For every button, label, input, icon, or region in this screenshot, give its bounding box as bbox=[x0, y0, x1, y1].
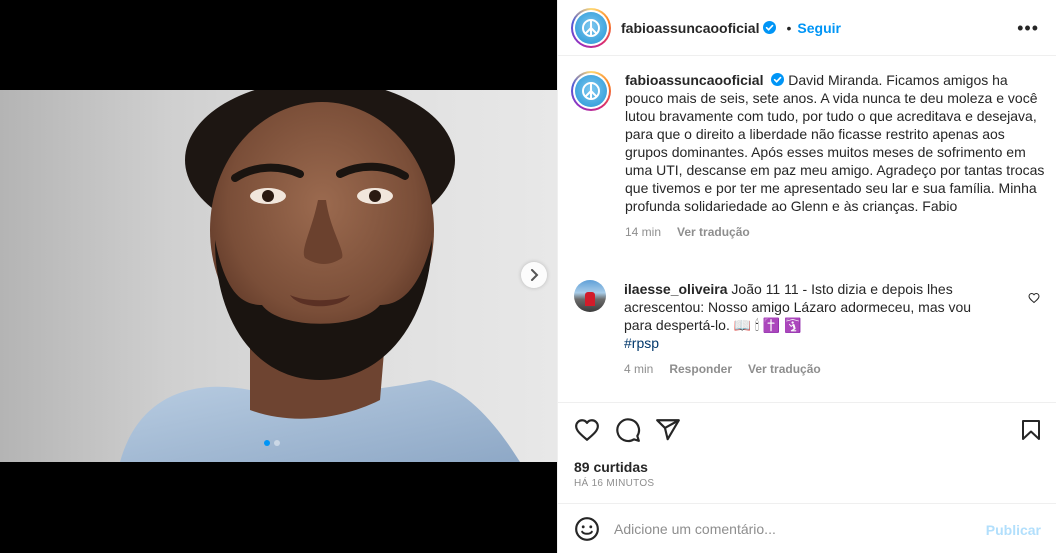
verified-badge-icon bbox=[771, 73, 785, 86]
post-timestamp[interactable]: HÁ 16 MINUTOS bbox=[574, 478, 654, 489]
post-header: fabioassuncaooficial • Seguir ••• bbox=[558, 0, 1056, 56]
action-bar bbox=[558, 402, 1056, 458]
comment-translate-link[interactable]: Ver tradução bbox=[748, 360, 821, 378]
comment-hashtag[interactable]: #rpsp bbox=[624, 335, 659, 351]
heart-icon[interactable] bbox=[574, 417, 600, 443]
likes-count[interactable]: 89 curtidas bbox=[574, 459, 648, 475]
publish-button[interactable]: Publicar bbox=[986, 522, 1041, 538]
share-icon[interactable] bbox=[655, 417, 681, 443]
separator-bullet: • bbox=[786, 19, 792, 36]
commenter-username[interactable]: ilaesse_oliveira bbox=[624, 281, 728, 297]
carousel-dot bbox=[274, 440, 280, 446]
more-options-icon[interactable]: ••• bbox=[1017, 18, 1039, 39]
caption-avatar[interactable] bbox=[571, 71, 611, 111]
chevron-right-icon bbox=[531, 269, 539, 281]
caption-username[interactable]: fabioassuncaooficial bbox=[625, 72, 763, 88]
comment-reply-link[interactable]: Responder bbox=[669, 360, 732, 378]
comment-icon[interactable] bbox=[615, 417, 641, 443]
author-avatar[interactable] bbox=[571, 7, 611, 48]
heart-icon[interactable] bbox=[1028, 292, 1040, 304]
bookmark-icon[interactable] bbox=[1019, 417, 1043, 443]
carousel-next-button[interactable] bbox=[521, 262, 547, 288]
post-panel: fabioassuncaooficial • Seguir ••• fabioa… bbox=[557, 0, 1056, 553]
post-media bbox=[0, 0, 557, 553]
portrait-image bbox=[120, 90, 520, 462]
comment-item: ilaesse_oliveira João 11 11 - Isto dizia… bbox=[574, 280, 1044, 378]
emoji-icon[interactable] bbox=[574, 516, 600, 542]
comments-section: fabioassuncaooficial David Miranda. Fica… bbox=[558, 57, 1056, 402]
peace-logo-icon bbox=[582, 82, 600, 100]
peace-logo-icon bbox=[582, 18, 600, 37]
comment-input[interactable] bbox=[614, 520, 984, 537]
comment-composer: Publicar bbox=[558, 503, 1056, 553]
carousel-indicator bbox=[264, 440, 280, 446]
commenter-avatar[interactable] bbox=[574, 280, 606, 312]
follow-button[interactable]: Seguir bbox=[797, 20, 841, 36]
author-username[interactable]: fabioassuncaooficial bbox=[621, 20, 759, 36]
post-caption: fabioassuncaooficial David Miranda. Fica… bbox=[571, 71, 1051, 241]
post-photo bbox=[0, 90, 557, 462]
carousel-dot-active bbox=[264, 440, 270, 446]
caption-time[interactable]: 14 min bbox=[625, 223, 661, 241]
caption-translate-link[interactable]: Ver tradução bbox=[677, 223, 750, 241]
caption-text: David Miranda. Ficamos amigos ha pouco m… bbox=[625, 72, 1045, 214]
comment-time[interactable]: 4 min bbox=[624, 360, 653, 378]
verified-badge-icon bbox=[763, 21, 777, 34]
